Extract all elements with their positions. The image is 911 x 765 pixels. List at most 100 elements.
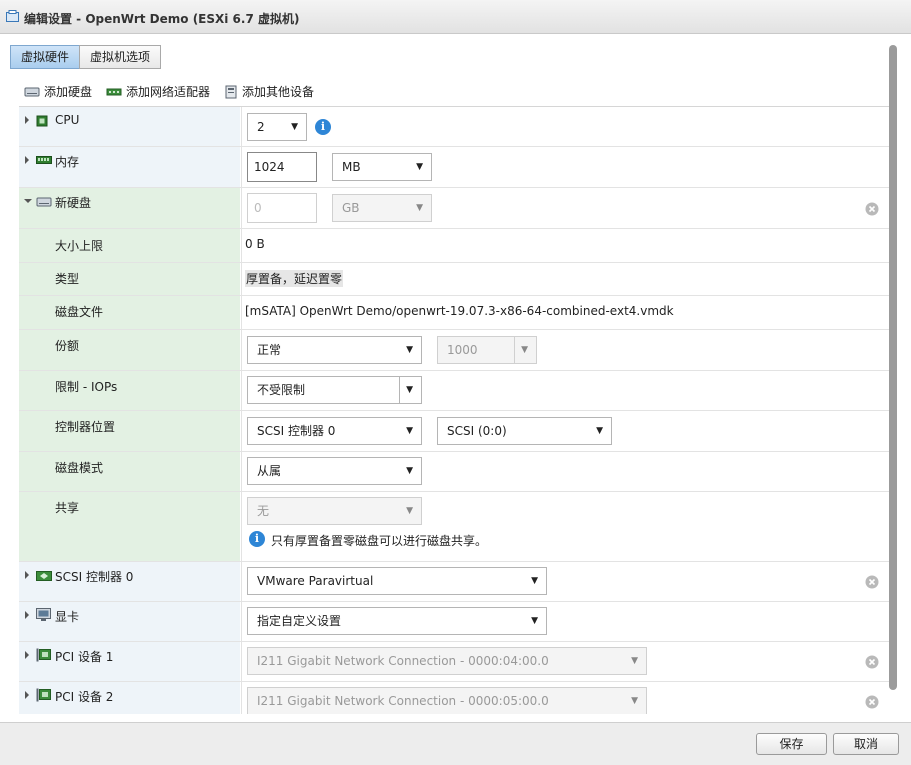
hard-disk-icon <box>24 87 40 96</box>
video-card-value-cell: 指定自定义设置 ▼ <box>241 602 889 641</box>
cpu-value-cell: 2 ▼ i <box>241 107 889 146</box>
save-button[interactable]: 保存 <box>756 733 827 755</box>
expand-arrow-icon[interactable] <box>25 116 29 124</box>
chevron-down-icon: ▼ <box>596 426 603 436</box>
video-settings-value: 指定自定义设置 <box>257 614 342 628</box>
info-icon[interactable]: i <box>315 119 331 135</box>
sharing-value: 无 <box>257 504 270 518</box>
cancel-button[interactable]: 取消 <box>833 733 899 755</box>
chevron-down-icon: ▼ <box>631 656 638 666</box>
cpu-count-value: 2 <box>257 120 265 134</box>
pci-device-1-select[interactable]: I211 Gigabit Network Connection - 0000:0… <box>247 647 647 675</box>
new-disk-value-cell: 0 GB ▼ <box>241 188 889 228</box>
video-settings-select[interactable]: 指定自定义设置 ▼ <box>247 607 547 635</box>
add-nic-button[interactable]: 添加网络适配器 <box>106 83 210 100</box>
chevron-down-icon: ▼ <box>406 426 413 436</box>
new-disk-label-cell: 新硬盘 <box>19 188 240 228</box>
cpu-count-select[interactable]: 2 ▼ <box>247 113 307 141</box>
limit-iops-value: 不受限制 <box>257 383 306 397</box>
vm-edit-icon <box>6 10 19 22</box>
max-size-label-cell: 大小上限 <box>19 229 240 262</box>
cpu-label-cell: CPU <box>19 107 240 146</box>
max-size-value-cell: 0 B <box>241 229 889 262</box>
remove-device-icon[interactable] <box>865 695 879 709</box>
disk-mode-select[interactable]: 从属 ▼ <box>247 457 422 485</box>
chevron-down-icon: ▼ <box>406 385 413 395</box>
scsi-controller-value-cell: VMware Paravirtual ▼ <box>241 562 889 601</box>
tab-bar: 虚拟硬件 虚拟机选项 <box>10 45 162 69</box>
controller-location-label: 控制器位置 <box>55 420 116 434</box>
tab-virtual-hardware[interactable]: 虚拟硬件 <box>10 45 81 69</box>
disk-unit-select[interactable]: GB ▼ <box>332 194 432 222</box>
disk-file-label-cell: 磁盘文件 <box>19 296 240 329</box>
add-device-toolbar: 添加硬盘 添加网络适配器 添加其他设备 <box>24 83 328 100</box>
other-device-icon <box>225 85 237 98</box>
expand-arrow-icon[interactable] <box>25 571 29 579</box>
shares-label-cell: 份额 <box>19 330 240 370</box>
chevron-down-icon: ▼ <box>531 576 538 586</box>
sharing-note: 只有厚置备置零磁盘可以进行磁盘共享。 <box>271 534 488 548</box>
dialog-footer: 保存 取消 <box>0 722 911 765</box>
memory-row: 内存 1024 MB ▼ <box>19 147 889 188</box>
shares-value: 正常 <box>257 343 282 357</box>
shares-number-value: 1000 <box>447 343 478 357</box>
chevron-down-icon: ▼ <box>631 696 638 706</box>
chevron-down-icon: ▼ <box>406 466 413 476</box>
chevron-down-icon[interactable]: ▼ <box>521 337 528 363</box>
vertical-scrollbar[interactable] <box>889 45 897 690</box>
new-disk-label: 新硬盘 <box>55 196 92 210</box>
pci-device-2-value: I211 Gigabit Network Connection - 0000:0… <box>257 694 549 708</box>
chevron-down-icon: ▼ <box>291 122 298 132</box>
disk-type-row: 类型 厚置备，延迟置零 <box>19 263 889 296</box>
add-other-device-button[interactable]: 添加其他设备 <box>224 83 314 100</box>
hard-disk-icon <box>36 197 52 207</box>
shares-select[interactable]: 正常 ▼ <box>247 336 422 364</box>
chevron-down-icon: ▼ <box>406 506 413 516</box>
pci-device-1-label-cell: PCI 设备 1 <box>19 642 240 681</box>
max-size-row: 大小上限 0 B <box>19 229 889 263</box>
cpu-row: CPU 2 ▼ i <box>19 107 889 147</box>
controller-location-value-cell: SCSI 控制器 0 ▼ SCSI (0:0) ▼ <box>241 411 889 451</box>
sharing-select[interactable]: 无 ▼ <box>247 497 422 525</box>
combo-separator <box>399 377 400 403</box>
expand-arrow-icon[interactable] <box>25 156 29 164</box>
pci-device-icon <box>36 688 51 702</box>
scsi-type-select[interactable]: VMware Paravirtual ▼ <box>247 567 547 595</box>
chevron-down-icon: ▼ <box>406 345 413 355</box>
memory-icon <box>36 156 52 164</box>
shares-row: 份额 正常 ▼ 1000 ▼ <box>19 330 889 371</box>
expand-arrow-icon[interactable] <box>25 691 29 699</box>
memory-size-input[interactable]: 1024 <box>247 152 317 182</box>
disk-mode-value-cell: 从属 ▼ <box>241 452 889 491</box>
video-card-row: 显卡 指定自定义设置 ▼ <box>19 602 889 642</box>
limit-iops-label-cell: 限制 - IOPs <box>19 371 240 410</box>
controller-value: SCSI 控制器 0 <box>257 424 336 438</box>
pci-device-2-select[interactable]: I211 Gigabit Network Connection - 0000:0… <box>247 687 647 714</box>
memory-label: 内存 <box>55 155 80 169</box>
cpu-label: CPU <box>55 113 80 127</box>
disk-mode-label-cell: 磁盘模式 <box>19 452 240 491</box>
expand-arrow-icon[interactable] <box>25 651 29 659</box>
controller-select[interactable]: SCSI 控制器 0 ▼ <box>247 417 422 445</box>
tab-vm-options[interactable]: 虚拟机选项 <box>79 45 162 69</box>
monitor-icon <box>36 608 51 621</box>
pci-device-2-row: PCI 设备 2 I211 Gigabit Network Connection… <box>19 682 889 714</box>
add-other-device-label: 添加其他设备 <box>242 85 315 99</box>
expand-arrow-icon[interactable] <box>25 611 29 619</box>
remove-device-icon[interactable] <box>865 655 879 669</box>
scsi-controller-row: SCSI 控制器 0 VMware Paravirtual ▼ <box>19 562 889 602</box>
remove-device-icon[interactable] <box>865 202 879 216</box>
add-disk-button[interactable]: 添加硬盘 <box>24 83 92 100</box>
disk-file-label: 磁盘文件 <box>55 305 104 319</box>
controller-slot-select[interactable]: SCSI (0:0) ▼ <box>437 417 612 445</box>
remove-device-icon[interactable] <box>865 575 879 589</box>
disk-file-row: 磁盘文件 [mSATA] OpenWrt Demo/openwrt-19.07.… <box>19 296 889 330</box>
limit-iops-label: 限制 - IOPs <box>55 380 118 394</box>
limit-iops-select[interactable]: 不受限制 ▼ <box>247 376 422 404</box>
limit-iops-value-cell: 不受限制 ▼ <box>241 371 889 410</box>
shares-number-input[interactable]: 1000 ▼ <box>437 336 537 364</box>
memory-unit-select[interactable]: MB ▼ <box>332 153 432 181</box>
collapse-arrow-icon[interactable] <box>24 199 32 203</box>
video-card-label-cell: 显卡 <box>19 602 240 641</box>
disk-size-input[interactable]: 0 <box>247 193 317 223</box>
